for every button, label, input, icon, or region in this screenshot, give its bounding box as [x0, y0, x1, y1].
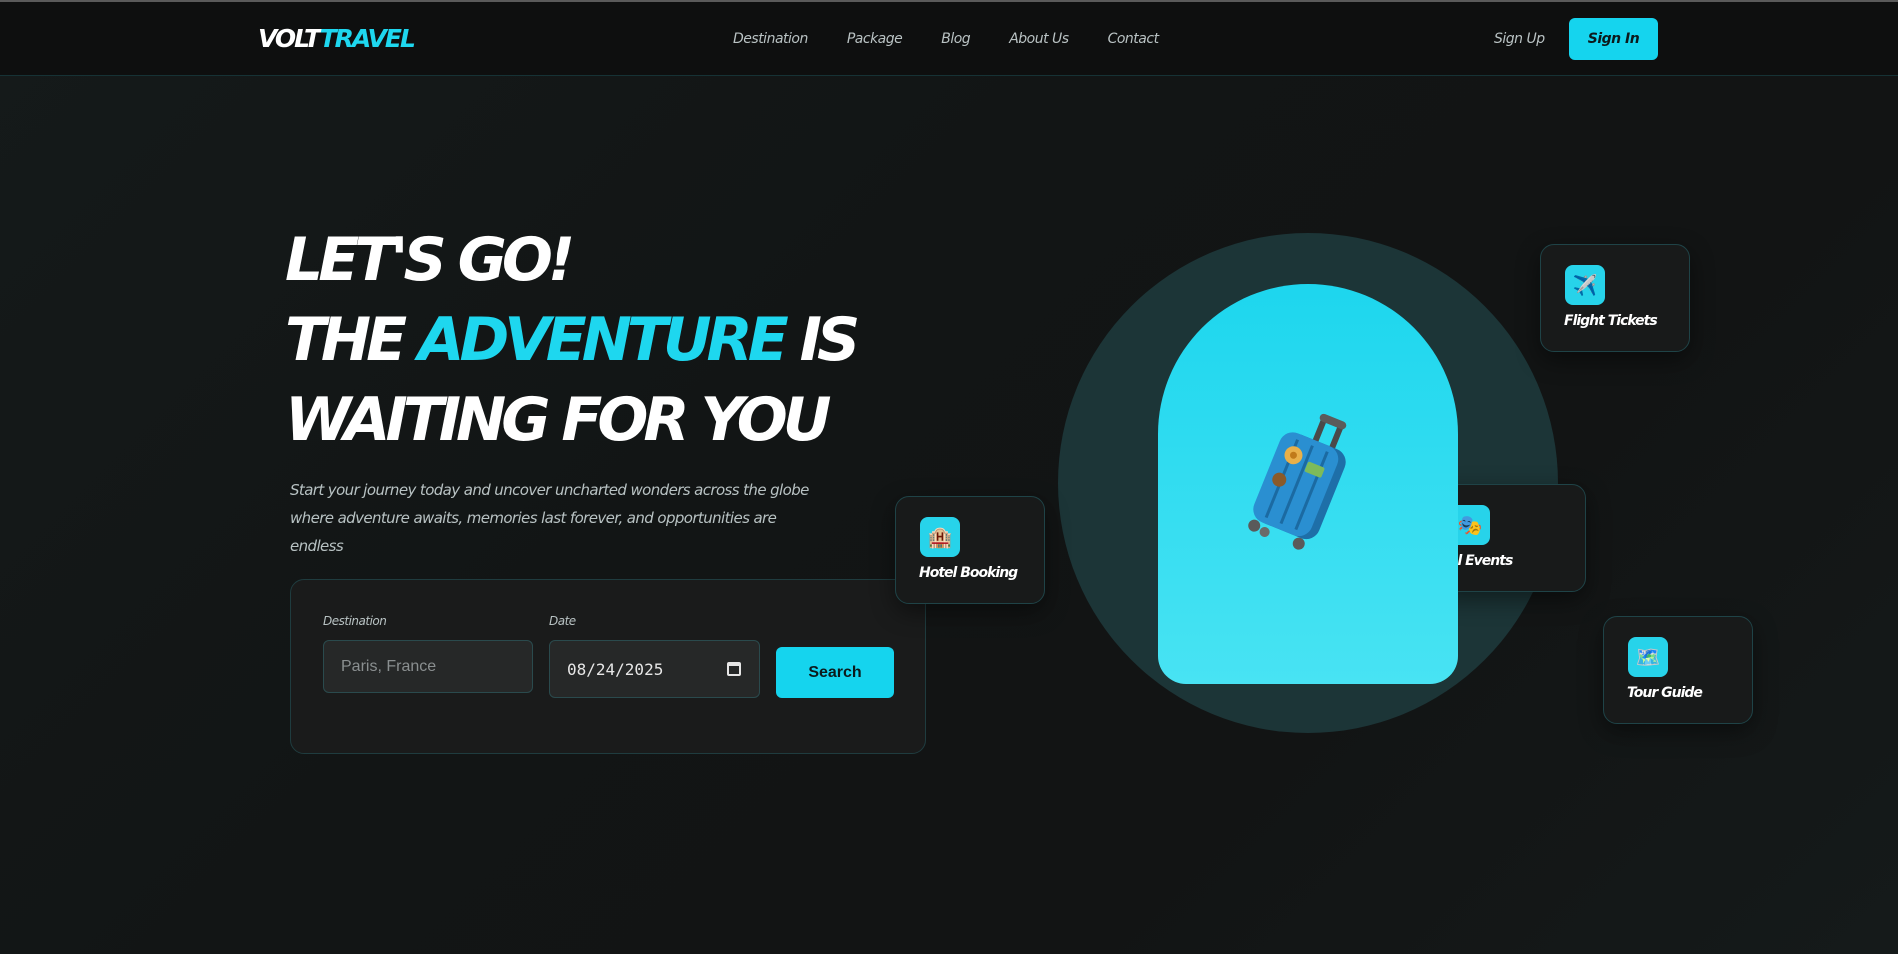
nav-link-destination[interactable]: Destination	[733, 31, 808, 47]
destination-input[interactable]	[323, 640, 533, 693]
local-events-label: al Events	[1449, 553, 1513, 569]
map-icon: 🗺️	[1628, 637, 1668, 677]
date-label: Date	[549, 614, 576, 628]
logo-part-volt: VOLT	[258, 24, 322, 53]
hero-subtitle: Start your journey today and uncover unc…	[290, 476, 810, 560]
search-button[interactable]: Search	[776, 647, 894, 698]
flight-tickets-label: Flight Tickets	[1564, 313, 1658, 329]
local-events-card[interactable]: 🎭 al Events	[1436, 484, 1586, 592]
destination-label: Destination	[323, 614, 387, 628]
tour-guide-card[interactable]: 🗺️ Tour Guide	[1603, 616, 1753, 724]
logo[interactable]: VOLTTRAVEL	[258, 24, 416, 53]
hotel-booking-label: Hotel Booking	[919, 565, 1018, 581]
logo-part-travel: TRAVEL	[319, 24, 416, 53]
suitcase-icon	[1248, 413, 1347, 550]
navbar: VOLTTRAVEL Destination Package Blog Abou…	[0, 2, 1898, 76]
sign-in-button[interactable]: Sign In	[1569, 18, 1658, 60]
hotel-booking-card[interactable]: 🏨 Hotel Booking	[895, 496, 1045, 604]
hero-subtitle-line-1: Start your journey today and uncover unc…	[290, 481, 809, 499]
nav-link-contact[interactable]: Contact	[1108, 31, 1159, 47]
hero-title-line-2: THE ADVENTURE IS	[285, 300, 861, 380]
search-card: Destination Date 08/24/2025 Search	[290, 579, 926, 754]
hero-title-adventure: ADVENTURE	[418, 305, 789, 375]
hero-title-line-3: WAITING FOR YOU	[285, 385, 832, 455]
hero-title-line-1: LET'S GO!	[285, 225, 575, 295]
date-input[interactable]: 08/24/2025	[549, 640, 760, 698]
tour-guide-label: Tour Guide	[1627, 685, 1703, 701]
flight-tickets-card[interactable]: ✈️ Flight Tickets	[1540, 244, 1690, 352]
hotel-icon: 🏨	[920, 517, 960, 557]
hero-title-the: THE	[285, 305, 419, 375]
date-value: 08/24/2025	[567, 659, 664, 679]
nav-links: Destination Package Blog About Us Contac…	[733, 31, 1198, 47]
hero-title: LET'S GO! THE ADVENTURE IS WAITING FOR Y…	[285, 220, 861, 460]
sign-up-link[interactable]: Sign Up	[1494, 31, 1545, 47]
nav-link-about-us[interactable]: About Us	[1009, 31, 1069, 47]
nav-link-package[interactable]: Package	[847, 31, 903, 47]
hero-title-is: IS	[783, 305, 861, 375]
calendar-icon[interactable]	[727, 662, 741, 676]
hero-subtitle-line-2: where adventure awaits, memories last fo…	[290, 509, 777, 555]
nav-link-blog[interactable]: Blog	[941, 31, 970, 47]
airplane-icon: ✈️	[1565, 265, 1605, 305]
